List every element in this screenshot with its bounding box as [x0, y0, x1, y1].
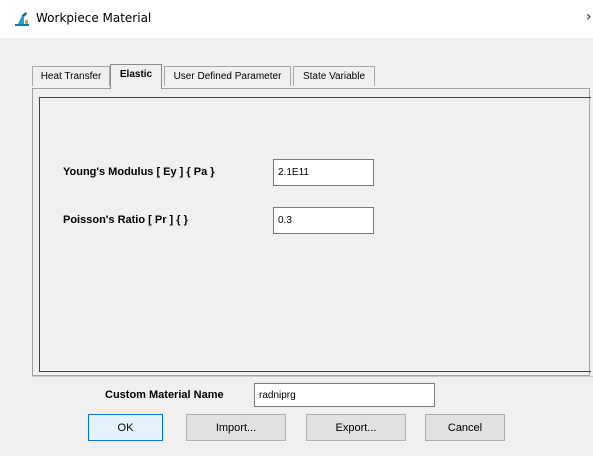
tab-state-variable[interactable]: State Variable	[293, 66, 375, 86]
custom-material-name-label: Custom Material Name	[105, 389, 224, 401]
title-bar: Workpiece Material ›	[0, 0, 593, 38]
window-title: Workpiece Material	[36, 11, 152, 25]
youngs-modulus-label: Young's Modulus [ Ey ] { Pa }	[63, 166, 215, 178]
export-button[interactable]: Export...	[306, 414, 406, 441]
poissons-ratio-label: Poisson's Ratio [ Pr ] { }	[63, 214, 188, 226]
cancel-button[interactable]: Cancel	[425, 414, 505, 441]
close-icon[interactable]: ›	[586, 9, 592, 25]
tab-label: User Defined Parameter	[173, 71, 282, 82]
youngs-modulus-input[interactable]	[273, 159, 374, 186]
tab-elastic[interactable]: Elastic	[110, 64, 162, 89]
elastic-properties-box: Young's Modulus [ Ey ] { Pa } Poisson's …	[39, 97, 591, 372]
tab-label: Elastic	[119, 69, 153, 80]
tab-label: Heat Transfer	[40, 71, 102, 82]
poissons-ratio-input[interactable]	[273, 207, 374, 234]
tab-heat-transfer[interactable]: Heat Transfer	[32, 66, 110, 86]
custom-material-name-input[interactable]	[254, 383, 435, 407]
ok-button[interactable]: OK	[88, 414, 163, 441]
divider	[32, 376, 593, 377]
tab-label: State Variable	[302, 71, 366, 82]
import-button[interactable]: Import...	[186, 414, 286, 441]
tab-user-defined-parameter[interactable]: User Defined Parameter	[164, 66, 291, 86]
workpiece-app-icon	[14, 11, 30, 27]
elastic-panel: Young's Modulus [ Ey ] { Pa } Poisson's …	[32, 88, 591, 376]
